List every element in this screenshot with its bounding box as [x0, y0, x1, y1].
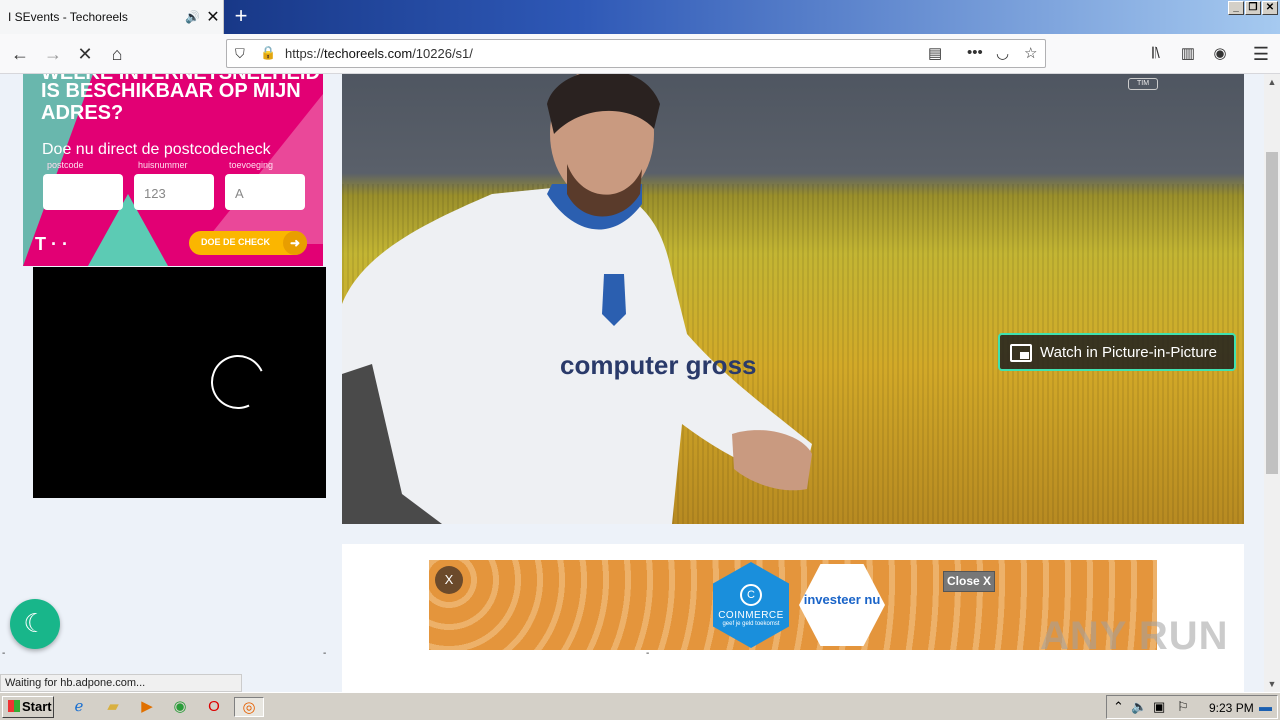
jersey-sponsor: computer gross: [560, 350, 757, 380]
desktop-icon[interactable]: ▬: [1259, 699, 1272, 714]
tracking-shield-icon[interactable]: ⛉: [235, 46, 245, 62]
navigation-toolbar: ← → ✕ ⌂ ⛉ 🔒 https://techoreels.com/10226…: [0, 34, 1280, 74]
separator-text: -: [646, 648, 650, 659]
volume-icon[interactable]: 🔈: [1131, 699, 1147, 715]
huisnummer-label: huisnummer: [138, 160, 188, 170]
bookmark-star-icon[interactable]: ☆: [1024, 44, 1037, 62]
home-icon[interactable]: ⌂: [102, 39, 132, 69]
loading-video-player[interactable]: [33, 267, 326, 498]
clock[interactable]: 9:23 PM: [1209, 701, 1254, 715]
chrome-icon[interactable]: ◉: [169, 697, 191, 717]
postcode-input[interactable]: [43, 174, 123, 210]
speaker-icon[interactable]: 🔊: [185, 10, 203, 24]
close-ad-button[interactable]: Close X: [943, 571, 995, 592]
check-button[interactable]: DOE DE CHECK ➜: [189, 231, 307, 255]
url-bar[interactable]: ⛉ 🔒 https://techoreels.com/10226/s1/ ▤ •…: [226, 39, 1046, 68]
toevoeging-label: toevoeging: [229, 160, 274, 170]
menu-icon[interactable]: ☰: [1246, 39, 1276, 69]
broadcaster-badge: TIM: [1128, 78, 1158, 90]
status-bar: Waiting for hb.adpone.com...: [0, 674, 242, 692]
postcode-label: postcode: [47, 160, 84, 170]
tab-title: I SEvents - Techoreels: [8, 10, 128, 24]
toevoeging-input[interactable]: A: [225, 174, 305, 210]
browser-tab[interactable]: I SEvents - Techoreels 🔊 ✕: [0, 0, 224, 34]
flag-icon[interactable]: ⚐: [1177, 699, 1189, 715]
separator-text: -: [2, 648, 6, 659]
reader-view-icon[interactable]: ▤: [928, 44, 942, 62]
banner-close-small-button[interactable]: X: [435, 566, 463, 594]
telekom-ad[interactable]: WELKE INTERNETSNELHEID IS BESCHIKBAAR OP…: [23, 74, 323, 266]
ie-icon[interactable]: ℯ: [68, 697, 90, 717]
url-text[interactable]: https://techoreels.com/10226/s1/: [285, 46, 473, 61]
separator-text: -: [323, 648, 327, 659]
telekom-logo: T · ·: [35, 234, 68, 254]
media-player-icon[interactable]: ▶: [136, 697, 158, 717]
main-video-player[interactable]: computer gross TIM Watch in Picture-in-P…: [342, 74, 1244, 524]
network-icon[interactable]: ▣: [1153, 699, 1165, 715]
video-frame-player: computer gross: [342, 74, 812, 524]
firefox-icon[interactable]: ◎: [234, 697, 264, 717]
huisnummer-input[interactable]: 123: [134, 174, 214, 210]
scroll-up-icon[interactable]: ▲: [1266, 76, 1278, 88]
start-button[interactable]: Start: [2, 696, 54, 718]
account-icon[interactable]: ◉: [1205, 39, 1235, 69]
pip-label: Watch in Picture-in-Picture: [1040, 344, 1217, 361]
restore-button[interactable]: ❐: [1245, 1, 1261, 15]
title-bar: I SEvents - Techoreels 🔊 ✕ + _ ❐ ✕: [0, 0, 1280, 34]
picture-in-picture-button[interactable]: Watch in Picture-in-Picture: [998, 333, 1236, 371]
explorer-icon[interactable]: ▰: [102, 697, 124, 717]
library-icon[interactable]: 𝄃\: [1141, 39, 1171, 69]
loading-spinner-icon: [203, 347, 273, 417]
ad-headline: IS BESCHIKBAAR OP MIJN ADRES?: [41, 80, 301, 124]
taskbar: Start ℯ ▰ ▶ ◉ O ◎ ⌃ 🔈 ▣ ⚐ 9:23 PM ▬: [0, 692, 1280, 720]
back-button[interactable]: ←: [5, 39, 35, 69]
arrow-right-icon: ➜: [283, 231, 307, 255]
brand-name: COINMERCE: [718, 610, 784, 621]
close-window-button[interactable]: ✕: [1262, 1, 1278, 15]
ad-subline: Doe nu direct de postcodecheck: [42, 141, 271, 158]
sidebar-icon[interactable]: ▥: [1173, 39, 1203, 69]
pocket-icon[interactable]: ◡: [996, 44, 1009, 62]
coinmerce-c-icon: C: [740, 584, 762, 606]
start-label: Start: [22, 699, 52, 714]
web-page: WELKE INTERNETSNELHEID IS BESCHIKBAAR OP…: [0, 74, 1264, 692]
anyrun-watermark: ANY RUN: [1040, 614, 1229, 658]
vertical-scrollbar[interactable]: ▲ ▼: [1264, 74, 1280, 692]
page-actions-icon[interactable]: •••: [967, 44, 983, 61]
lock-icon[interactable]: 🔒: [260, 45, 276, 61]
moon-icon[interactable]: ☾: [10, 599, 60, 649]
new-tab-button[interactable]: +: [228, 4, 254, 30]
tray-expand-icon[interactable]: ⌃: [1113, 699, 1124, 715]
windows-flag-icon: [8, 700, 20, 712]
check-button-label: DOE DE CHECK: [201, 237, 271, 247]
opera-icon[interactable]: O: [203, 697, 225, 717]
scroll-down-icon[interactable]: ▼: [1266, 678, 1278, 690]
forward-button[interactable]: →: [38, 39, 68, 69]
scrollbar-thumb[interactable]: [1266, 152, 1278, 474]
brand-slogan: geef je geld toekomst: [722, 621, 780, 627]
pip-icon: [1010, 344, 1032, 362]
minimize-button[interactable]: _: [1228, 1, 1244, 15]
system-tray: ⌃ 🔈 ▣ ⚐ 9:23 PM ▬: [1106, 695, 1278, 719]
stop-loading-button[interactable]: ✕: [70, 39, 100, 69]
tab-close-button[interactable]: ✕: [203, 7, 223, 27]
